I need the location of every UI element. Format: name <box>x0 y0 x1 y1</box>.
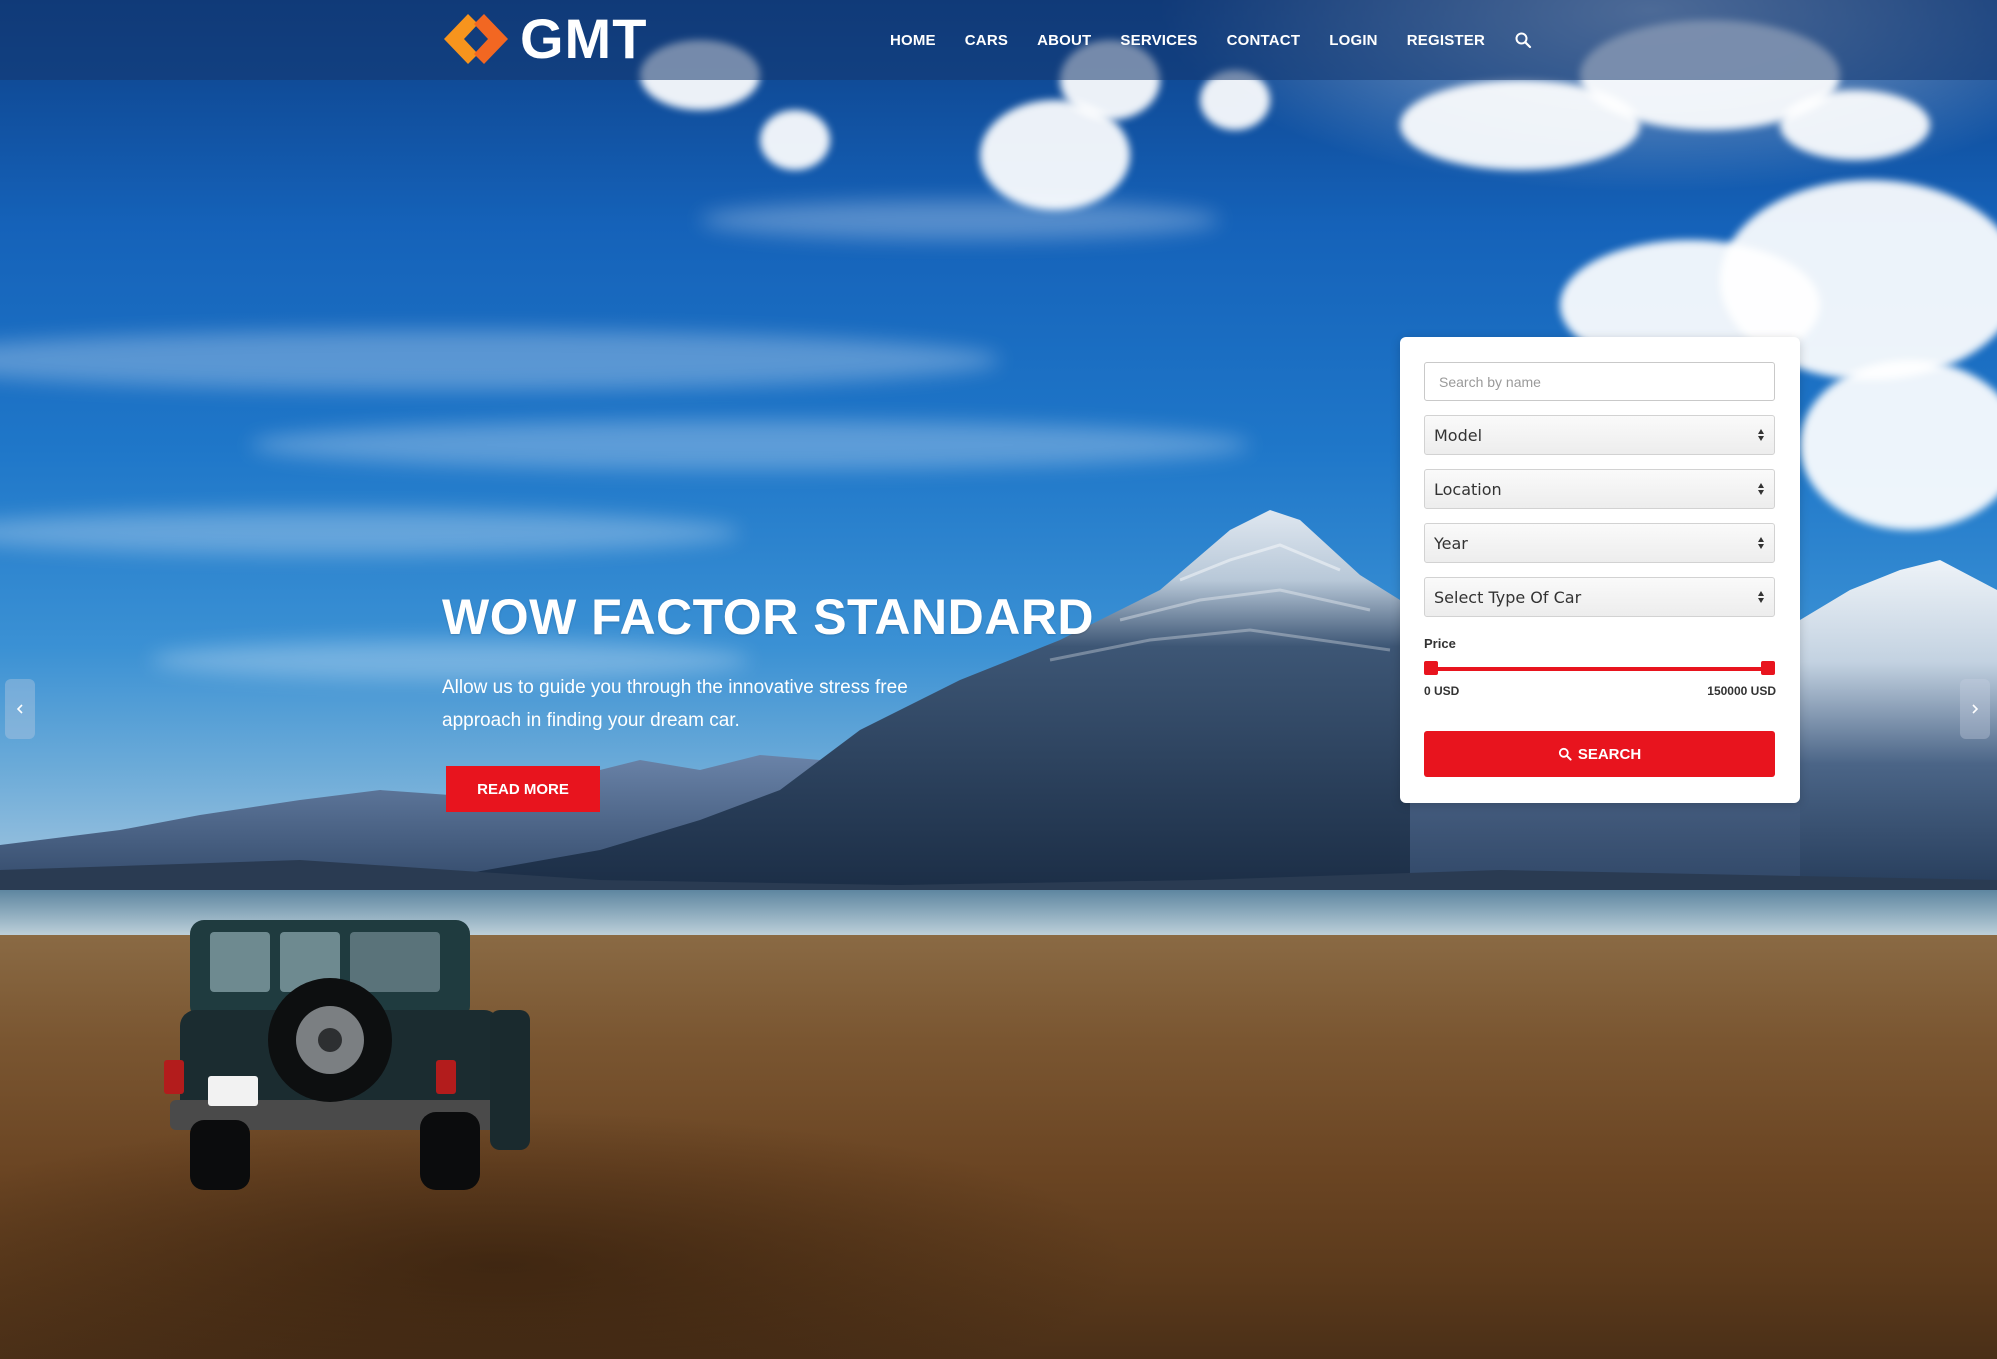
car-type-select[interactable]: Select Type Of Car <box>1424 577 1775 617</box>
model-select[interactable]: Model <box>1424 415 1775 455</box>
select-arrows-icon <box>1758 537 1764 549</box>
price-max-handle[interactable] <box>1761 661 1775 675</box>
search-by-name-input[interactable] <box>1424 362 1775 401</box>
page: GMT HOME CARS ABOUT SERVICES CONTACT LOG… <box>0 0 1997 1359</box>
slider-prev-button[interactable] <box>5 679 35 739</box>
nav-item-cars[interactable]: CARS <box>965 32 1008 49</box>
select-arrows-icon <box>1758 429 1764 441</box>
nav-item-services[interactable]: SERVICES <box>1120 32 1197 49</box>
nav-item-contact[interactable]: CONTACT <box>1227 32 1301 49</box>
nav-item-about[interactable]: ABOUT <box>1037 32 1091 49</box>
price-label: Price <box>1424 636 1456 651</box>
location-select-value: Location <box>1434 479 1502 499</box>
brand-name: GMT <box>520 7 648 70</box>
hero-title: WOW FACTOR STANDARD <box>442 589 1095 645</box>
chevron-left-icon <box>16 704 23 714</box>
nav-item-home[interactable]: HOME <box>890 32 936 49</box>
price-max-value: 150000 USD <box>1707 684 1776 698</box>
car-type-select-value: Select Type Of Car <box>1434 587 1582 607</box>
search-button[interactable]: SEARCH <box>1424 731 1775 777</box>
nav-item-register[interactable]: REGISTER <box>1407 32 1485 49</box>
main-nav: HOME CARS ABOUT SERVICES CONTACT LOGIN R… <box>890 0 1532 80</box>
top-navbar: GMT HOME CARS ABOUT SERVICES CONTACT LOG… <box>0 0 1997 80</box>
slider-next-button[interactable] <box>1960 679 1990 739</box>
jeep-illustration <box>164 920 530 1190</box>
model-select-value: Model <box>1434 425 1483 445</box>
chevron-right-icon <box>1972 704 1979 714</box>
hero-subtitle: Allow us to guide you through the innova… <box>442 677 908 731</box>
select-arrows-icon <box>1758 591 1764 603</box>
year-select[interactable]: Year <box>1424 523 1775 563</box>
brand-logo[interactable]: GMT <box>442 7 648 70</box>
search-icon <box>1515 32 1532 49</box>
nav-item-login[interactable]: LOGIN <box>1329 32 1378 49</box>
logo-mark-icon <box>444 14 508 64</box>
location-select[interactable]: Location <box>1424 469 1775 509</box>
read-more-button[interactable]: READ MORE <box>446 766 600 812</box>
nav-search-button[interactable] <box>1514 31 1532 49</box>
car-search-panel: Model Location Year Select Type Of Car P… <box>1400 337 1800 803</box>
price-min-handle[interactable] <box>1424 661 1438 675</box>
year-select-value: Year <box>1434 533 1468 553</box>
price-range-track[interactable] <box>1430 667 1768 671</box>
search-button-label: SEARCH <box>1577 745 1642 763</box>
search-icon <box>1558 747 1572 761</box>
price-min-value: 0 USD <box>1424 684 1460 698</box>
select-arrows-icon <box>1758 483 1764 495</box>
